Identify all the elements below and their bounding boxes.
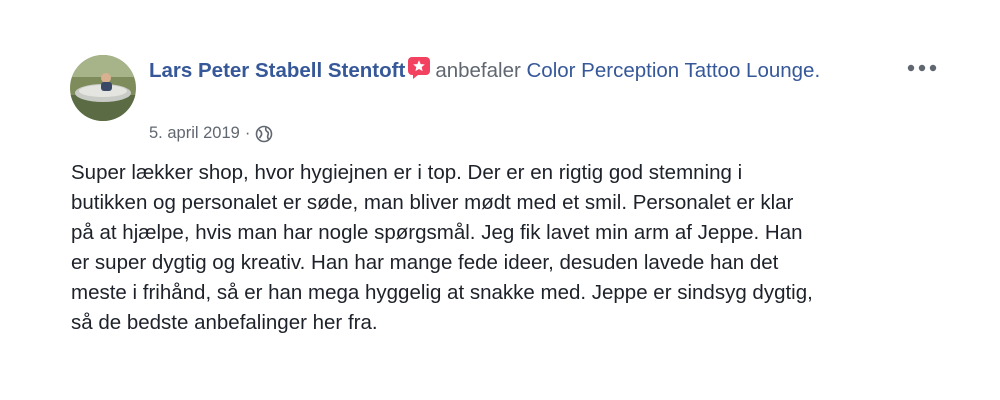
page-link[interactable]: Color Perception Tattoo Lounge. (527, 59, 821, 82)
post-date[interactable]: 5. april 2019 (149, 122, 240, 144)
body-line: er super dygtig og kreativ. Han har mang… (71, 251, 779, 274)
body-line: så de bedste anbefalinger her fra. (71, 311, 378, 334)
recommendation-star-badge-icon (407, 56, 431, 89)
verb-text: anbefaler (435, 59, 521, 82)
post-body: Super lækker shop, hvor hygiejnen er i t… (71, 158, 951, 338)
globe-icon[interactable] (255, 125, 273, 143)
avatar[interactable] (70, 55, 136, 121)
author-name[interactable]: Lars Peter Stabell Stentoft (149, 59, 405, 82)
body-line: på at hjælpe, hvis man har nogle spørgsm… (71, 221, 803, 244)
post-header: Lars Peter Stabell Stentoft anbefaler Col… (149, 56, 889, 89)
more-options-icon[interactable] (907, 60, 937, 76)
body-line: Super lækker shop, hvor hygiejnen er i t… (71, 161, 743, 184)
body-line: butikken og personalet er søde, man bliv… (71, 191, 794, 214)
post-meta: 5. april 2019 · (149, 122, 273, 144)
body-line: meste i frihånd, så er han mega hyggelig… (71, 281, 813, 304)
meta-separator: · (244, 124, 251, 142)
